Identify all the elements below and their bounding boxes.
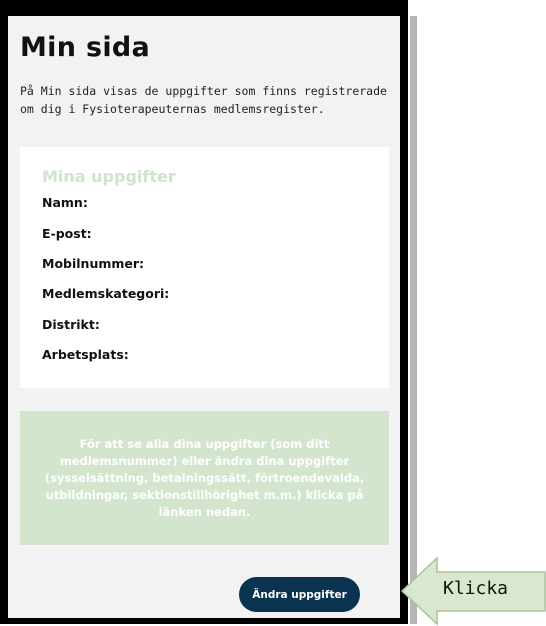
- member-info-card: Mina uppgifter Namn: E-post: Mobilnummer…: [20, 147, 389, 388]
- page-title: Min sida: [20, 32, 151, 63]
- card-heading: Mina uppgifter: [42, 167, 176, 186]
- notice-text: För att se alla dina uppgifter (som ditt…: [44, 436, 365, 519]
- field-arbetsplats: Arbetsplats:: [42, 347, 129, 362]
- intro-text: På Min sida visas de uppgifter som finns…: [20, 84, 387, 116]
- field-distrikt: Distrikt:: [42, 317, 100, 332]
- frame-shadow: [410, 16, 417, 624]
- edit-details-button[interactable]: Ändra uppgifter: [239, 577, 360, 612]
- min-sida-panel: Min sida På Min sida visas de uppgifter …: [8, 16, 400, 618]
- field-e-post: E-post:: [42, 226, 92, 241]
- field-medlemskategori: Medlemskategori:: [42, 286, 170, 301]
- callout-label: Klicka: [443, 578, 509, 599]
- field-mobilnummer: Mobilnummer:: [42, 256, 145, 271]
- field-namn: Namn:: [42, 195, 88, 210]
- info-notice: För att se alla dina uppgifter (som ditt…: [20, 411, 389, 545]
